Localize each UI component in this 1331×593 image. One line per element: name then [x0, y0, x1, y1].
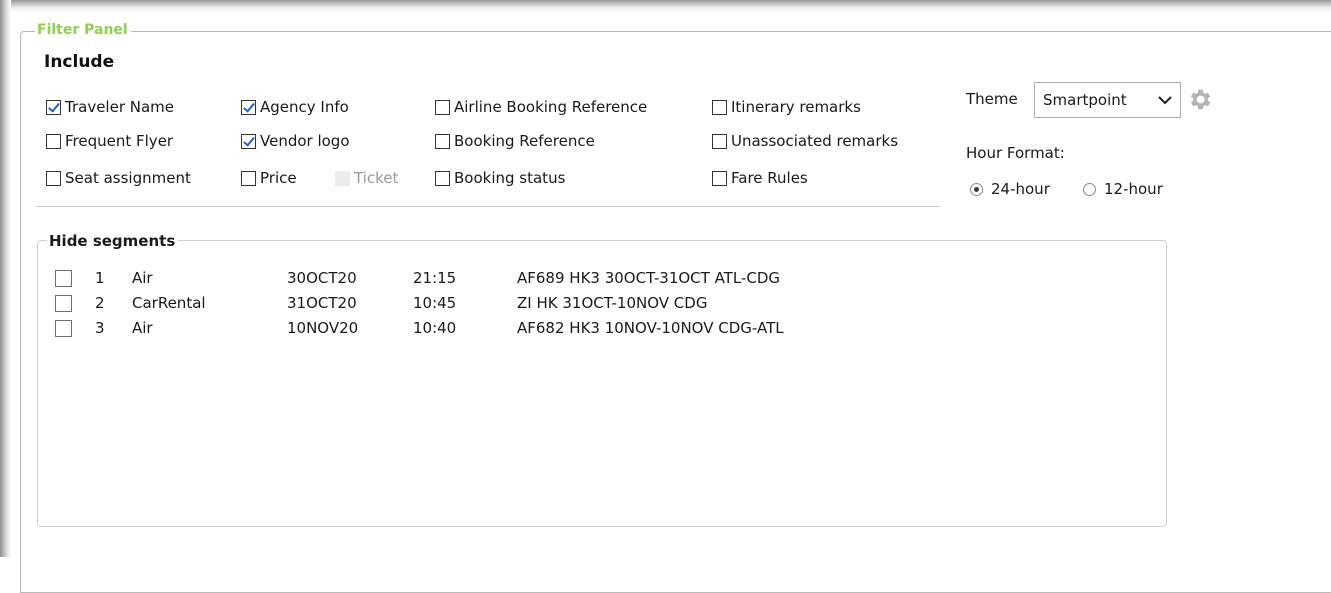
checkbox-label: Booking Reference	[454, 132, 595, 150]
checkbox-box[interactable]	[46, 170, 61, 186]
segment-date: 10NOV20	[287, 319, 359, 337]
segment-description: AF689 HK3 30OCT-31OCT ATL-CDG	[517, 269, 780, 287]
segment-checkbox[interactable]	[55, 320, 72, 337]
checkbox-ticket: Ticket	[335, 169, 398, 187]
radio-label: 12-hour	[1104, 180, 1163, 198]
radio-24-hour[interactable]: 24-hour	[970, 180, 1050, 198]
gear-icon[interactable]	[1186, 86, 1213, 113]
theme-selected-value: Smartpoint	[1043, 91, 1127, 109]
checkbox-label: Airline Booking Reference	[454, 98, 648, 116]
hour-format-label: Hour Format:	[966, 144, 1065, 162]
segment-number: 2	[95, 294, 105, 312]
segment-type: Air	[132, 319, 153, 337]
checkbox-label: Agency Info	[260, 98, 349, 116]
checkbox-box[interactable]	[241, 170, 256, 186]
theme-label: Theme	[966, 90, 1018, 108]
checkbox-booking-status[interactable]: Booking status	[435, 169, 565, 187]
radio-12-hour[interactable]: 12-hour	[1083, 180, 1163, 198]
checkbox-price[interactable]: Price	[241, 169, 297, 187]
checkbox-box[interactable]	[712, 170, 727, 186]
checkbox-itinerary-remarks[interactable]: Itinerary remarks	[712, 98, 861, 116]
radio-label: 24-hour	[991, 180, 1050, 198]
checkbox-label: Frequent Flyer	[65, 132, 174, 150]
segment-type: CarRental	[132, 294, 206, 312]
theme-dropdown[interactable]: Smartpoint	[1034, 82, 1181, 118]
window-shadow-top	[0, 0, 1331, 12]
checkbox-seat-assignment[interactable]: Seat assignment	[46, 169, 191, 187]
chevron-down-icon	[1158, 91, 1172, 113]
checkbox-box[interactable]	[712, 133, 727, 149]
checkbox-box[interactable]	[46, 133, 61, 149]
checkbox-label: Ticket	[354, 169, 399, 187]
segment-number: 1	[95, 269, 105, 287]
hide-segments-legend: Hide segments	[47, 232, 179, 250]
segment-number: 3	[95, 319, 105, 337]
segment-date: 31OCT20	[287, 294, 357, 312]
window-shadow-left	[0, 0, 11, 557]
include-separator	[36, 206, 940, 207]
checkbox-traveler-name[interactable]: Traveler Name	[46, 98, 174, 116]
checkbox-label: Fare Rules	[731, 169, 808, 187]
checkbox-agency-info[interactable]: Agency Info	[241, 98, 349, 116]
segment-description: ZI HK 31OCT-10NOV CDG	[517, 294, 708, 312]
checkbox-label: Vendor logo	[260, 132, 350, 150]
segment-time: 10:45	[413, 294, 457, 312]
checkbox-box[interactable]	[241, 99, 256, 115]
checkbox-box[interactable]	[46, 99, 61, 115]
checkbox-fare-rules[interactable]: Fare Rules	[712, 169, 808, 187]
segment-time: 21:15	[413, 269, 457, 287]
segment-description: AF682 HK3 10NOV-10NOV CDG-ATL	[517, 319, 784, 337]
checkbox-box[interactable]	[435, 133, 450, 149]
checkbox-airline-booking-reference[interactable]: Airline Booking Reference	[435, 98, 647, 116]
checkbox-label: Traveler Name	[65, 98, 175, 116]
checkbox-label: Booking status	[454, 169, 566, 187]
checkbox-unassociated-remarks[interactable]: Unassociated remarks	[712, 132, 898, 150]
checkbox-box[interactable]	[241, 133, 256, 149]
segment-time: 10:40	[413, 319, 457, 337]
segment-date: 30OCT20	[287, 269, 357, 287]
segment-type: Air	[132, 269, 153, 287]
checkbox-label: Seat assignment	[65, 169, 191, 187]
checkbox-label: Price	[260, 169, 297, 187]
filter-panel-legend: Filter Panel	[35, 22, 131, 39]
filter-panel-window: Filter Panel Include Traveler Name Agenc…	[0, 0, 1331, 593]
checkbox-booking-reference[interactable]: Booking Reference	[435, 132, 595, 150]
radio-dot[interactable]	[1083, 182, 1096, 196]
checkbox-box[interactable]	[435, 170, 450, 186]
segment-checkbox[interactable]	[55, 295, 72, 312]
checkbox-label: Unassociated remarks	[731, 132, 899, 150]
checkbox-box	[335, 170, 350, 186]
checkbox-box[interactable]	[435, 99, 450, 115]
segment-checkbox[interactable]	[55, 270, 72, 287]
include-heading: Include	[44, 52, 115, 72]
radio-dot[interactable]	[970, 182, 983, 196]
checkbox-frequent-flyer[interactable]: Frequent Flyer	[46, 132, 173, 150]
checkbox-label: Itinerary remarks	[731, 98, 861, 116]
checkbox-vendor-logo[interactable]: Vendor logo	[241, 132, 350, 150]
checkbox-box[interactable]	[712, 99, 727, 115]
